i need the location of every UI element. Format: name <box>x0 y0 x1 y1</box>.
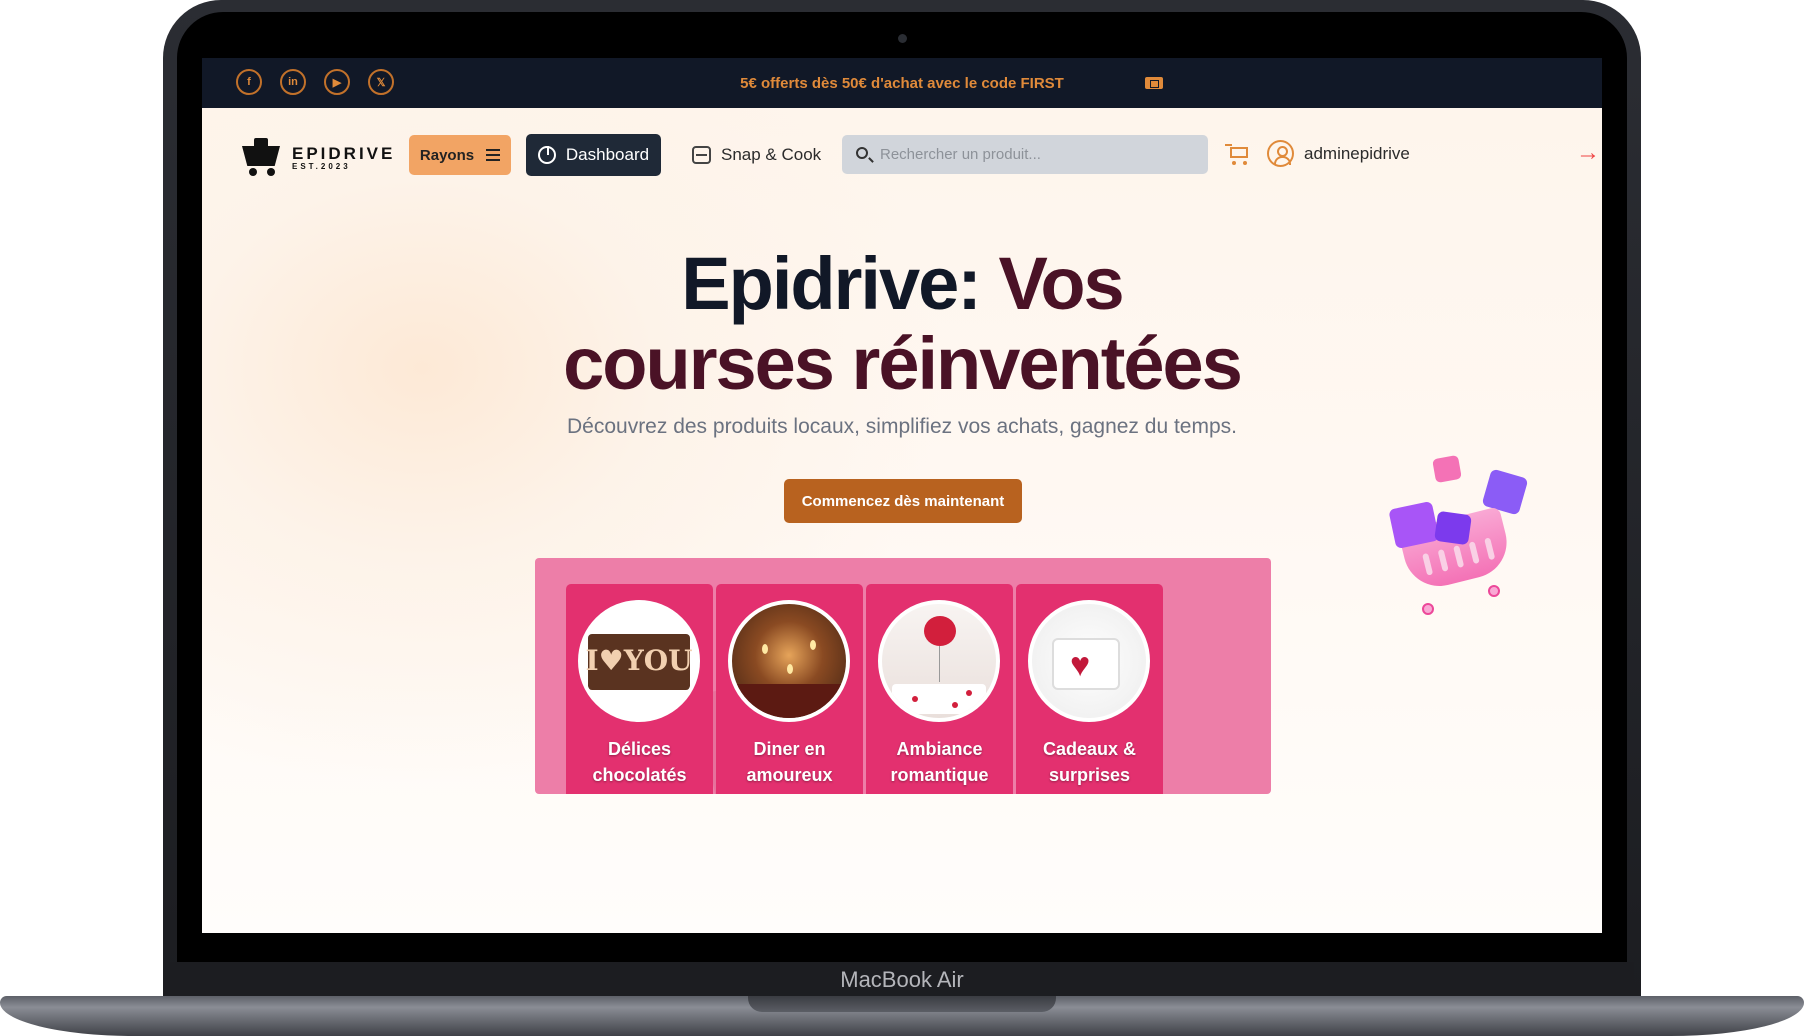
search-bar <box>842 135 1208 174</box>
laptop-notch <box>748 996 1056 1012</box>
rayons-button[interactable]: Rayons <box>409 135 511 175</box>
heart-icon: ♥ <box>1070 646 1091 684</box>
search-input[interactable] <box>880 135 1200 174</box>
logo-text: EPIDRIVE EST.2023 <box>292 145 395 172</box>
scan-icon <box>692 146 711 164</box>
shopping-basket-illustration <box>1382 453 1542 623</box>
category-label: Ambiance romantique <box>890 739 989 785</box>
snap-cook-label: Snap & Cook <box>721 145 822 164</box>
username: adminepidrive <box>1304 143 1410 163</box>
promo-text: 5€ offerts dès 50€ d'achat avec le code … <box>740 75 1064 92</box>
rayons-label: Rayons <box>419 146 475 164</box>
logo[interactable]: EPIDRIVE EST.2023 <box>240 138 395 178</box>
hero-title-part2: Vos <box>998 242 1124 325</box>
gift-image: ♥ <box>1028 600 1150 722</box>
user-icon <box>1267 140 1294 167</box>
browser-screen: f in ▶ 𝕏 5€ offerts dès 50€ d'achat avec… <box>202 58 1602 933</box>
ticket-icon <box>1145 77 1163 89</box>
logo-sub-text: EST.2023 <box>292 161 351 171</box>
dashboard-button[interactable]: Dashboard <box>526 134 661 176</box>
dinner-image <box>728 600 850 722</box>
cart-icon[interactable] <box>1225 144 1251 166</box>
category-label: Diner en amoureux <box>746 739 833 785</box>
menu-icon <box>486 149 501 161</box>
main-content: EPIDRIVE EST.2023 Rayons Dashboard Snap … <box>202 108 1602 933</box>
category-card-dinner[interactable]: Diner en amoureux <box>716 584 863 794</box>
dashboard-label: Dashboard <box>565 145 650 164</box>
pie-chart-icon <box>537 146 556 164</box>
hero-title-line2: courses réinventées <box>563 322 1243 405</box>
search-icon[interactable] <box>856 147 868 159</box>
cta-button[interactable]: Commencez dès maintenant <box>784 479 1022 523</box>
chocolate-image: I♥YOU <box>578 600 700 722</box>
category-label: Délices chocolatés <box>592 739 687 785</box>
category-panel: I♥YOU Délices chocolatés Diner en amoureux <box>535 558 1271 794</box>
device-label: MacBook Air <box>840 967 964 992</box>
logo-cart-icon <box>240 138 284 178</box>
snap-cook-link[interactable]: Snap & Cook <box>692 145 821 165</box>
logout-arrow-icon[interactable]: → <box>1576 141 1600 165</box>
promo-bar: f in ▶ 𝕏 5€ offerts dès 50€ d'achat avec… <box>202 58 1602 108</box>
logo-main-text: EPIDRIVE <box>292 143 396 163</box>
category-label: Cadeaux & surprises <box>1042 739 1137 785</box>
hero-title-part1: Epidrive: <box>681 242 999 325</box>
chocolate-image-text: I♥YOU <box>585 644 693 677</box>
user-account[interactable]: adminepidrive <box>1267 140 1410 167</box>
category-card-gifts[interactable]: ♥ Cadeaux & surprises <box>1016 584 1163 794</box>
category-card-chocolate[interactable]: I♥YOU Délices chocolatés <box>566 584 713 794</box>
romance-image <box>878 600 1000 722</box>
hero-subtitle: Découvrez des produits locaux, simplifie… <box>566 415 1237 438</box>
hero-title: Epidrive: Vos courses réinventées <box>202 244 1602 404</box>
category-card-romance[interactable]: Ambiance romantique <box>866 584 1013 794</box>
camera-dot <box>898 34 907 43</box>
